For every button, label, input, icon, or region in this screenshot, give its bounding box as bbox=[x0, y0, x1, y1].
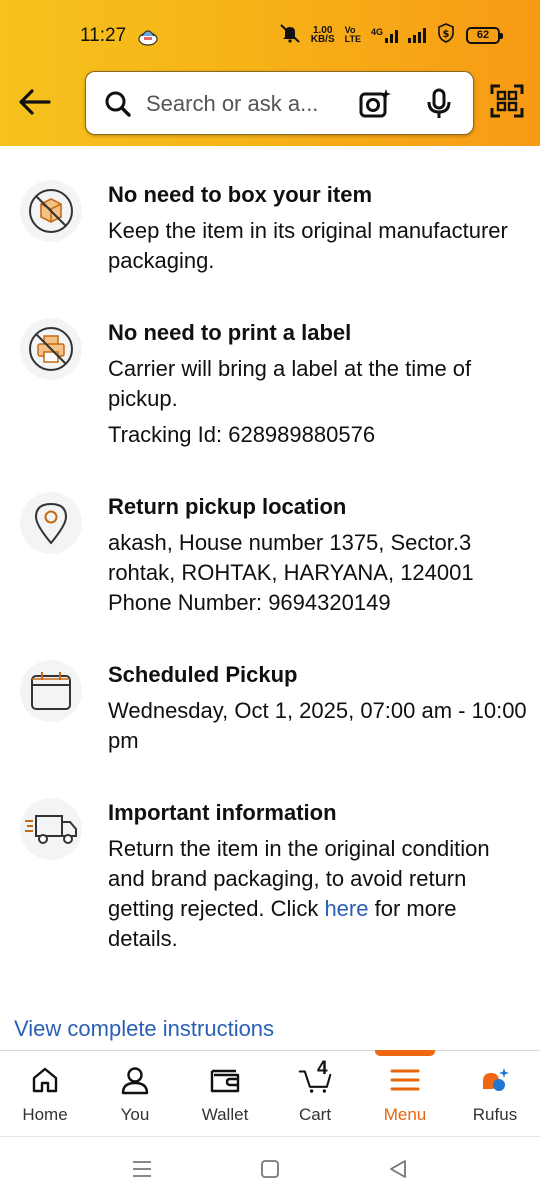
no-print-icon bbox=[20, 318, 82, 380]
info-body: Carrier will bring a label at the time o… bbox=[108, 356, 472, 411]
details-link[interactable]: here bbox=[324, 896, 368, 921]
recents-button[interactable] bbox=[130, 1157, 154, 1181]
nav-label: Wallet bbox=[201, 1105, 249, 1124]
phone-number: Phone Number: 9694320149 bbox=[108, 590, 391, 615]
square-home-icon bbox=[261, 1160, 279, 1178]
cart-icon: 4 bbox=[298, 1058, 332, 1097]
back-button[interactable] bbox=[14, 82, 54, 122]
status-icons: 1.00 KB/S Vo LTE 4G $ 62 bbox=[279, 22, 503, 48]
mute-icon bbox=[279, 23, 301, 48]
status-bar: 11:27 1.00 KB/S Vo LTE 4G $ 62 bbox=[0, 0, 540, 70]
bottom-nav: Home You Wallet 4 Cart Menu Rufus bbox=[0, 1050, 540, 1136]
info-title: No need to print a label bbox=[108, 320, 352, 345]
back-system-button[interactable] bbox=[386, 1157, 410, 1181]
important-text: Return the item in the original conditio… bbox=[108, 834, 528, 954]
search-input[interactable] bbox=[146, 86, 346, 122]
cart-count: 4 bbox=[317, 1058, 328, 1079]
notification-app-icon bbox=[136, 24, 160, 46]
wallet-icon bbox=[208, 1063, 242, 1097]
nav-label: Rufus bbox=[472, 1105, 518, 1124]
system-nav-bar bbox=[0, 1136, 540, 1200]
signal-bars-1-icon bbox=[385, 27, 398, 43]
nav-cart[interactable]: 4 Cart bbox=[270, 1051, 360, 1137]
svg-text:$: $ bbox=[443, 29, 450, 40]
nav-label: Home bbox=[22, 1105, 68, 1124]
microphone-icon[interactable] bbox=[425, 87, 453, 121]
nav-label: You bbox=[120, 1105, 150, 1124]
location-pin-icon bbox=[20, 492, 82, 554]
home-icon bbox=[28, 1063, 62, 1097]
net-speed: 1.00 KB/S bbox=[310, 26, 335, 45]
app-header: 11:27 1.00 KB/S Vo LTE 4G $ 62 Search or… bbox=[0, 0, 540, 146]
rufus-assistant-icon bbox=[478, 1063, 512, 1097]
nav-you[interactable]: You bbox=[90, 1051, 180, 1137]
pickup-address: akash, House number 1375, Sector.3 rohta… bbox=[108, 528, 528, 618]
triangle-back-icon bbox=[390, 1160, 406, 1178]
home-system-button[interactable] bbox=[258, 1157, 282, 1181]
camera-search-icon[interactable] bbox=[358, 87, 392, 121]
info-title: No need to box your item bbox=[108, 182, 373, 207]
hamburger-menu-icon bbox=[388, 1063, 422, 1097]
calendar-icon bbox=[20, 660, 82, 722]
nav-wallet[interactable]: Wallet bbox=[180, 1051, 270, 1137]
nav-label: Menu bbox=[383, 1105, 427, 1124]
battery-icon: 62 bbox=[466, 26, 503, 44]
volte-indicator: Vo LTE bbox=[345, 26, 361, 44]
nav-rufus[interactable]: Rufus bbox=[450, 1051, 540, 1137]
view-instructions-link[interactable]: View complete instructions bbox=[14, 1016, 274, 1042]
pickup-datetime: Wednesday, Oct 1, 2025, 07:00 am - 10:00… bbox=[108, 698, 527, 753]
no-box-icon bbox=[20, 180, 82, 242]
user-icon bbox=[118, 1063, 152, 1097]
data-saver-icon: $ bbox=[436, 22, 456, 48]
nav-home[interactable]: Home bbox=[0, 1051, 90, 1137]
network-type: 4G bbox=[371, 27, 398, 43]
signal-bars-2-icon bbox=[408, 27, 426, 43]
network-type-label: 4G bbox=[370, 27, 383, 37]
info-title: Important information bbox=[108, 800, 337, 825]
search-icon bbox=[104, 90, 132, 118]
info-title: Return pickup location bbox=[108, 494, 347, 519]
net-speed-unit: KB/S bbox=[310, 34, 335, 45]
barcode-scan-icon[interactable] bbox=[490, 84, 524, 118]
recents-icon bbox=[133, 1161, 151, 1177]
nav-label: Cart bbox=[298, 1105, 332, 1124]
nav-menu[interactable]: Menu bbox=[360, 1051, 450, 1137]
address-line-2: rohtak, ROHTAK, HARYANA, 124001 bbox=[108, 560, 474, 585]
info-title: Scheduled Pickup bbox=[108, 662, 298, 687]
status-time: 11:27 bbox=[80, 25, 127, 46]
back-arrow-icon bbox=[19, 89, 51, 115]
tracking-id: Tracking Id: 628989880576 bbox=[108, 422, 376, 447]
address-line-1: akash, House number 1375, Sector.3 bbox=[108, 530, 472, 555]
search-bar[interactable] bbox=[85, 71, 474, 135]
delivery-truck-icon bbox=[20, 798, 82, 860]
info-body: Keep the item in its original manufactur… bbox=[108, 218, 508, 273]
volte-bottom: LTE bbox=[344, 34, 361, 44]
